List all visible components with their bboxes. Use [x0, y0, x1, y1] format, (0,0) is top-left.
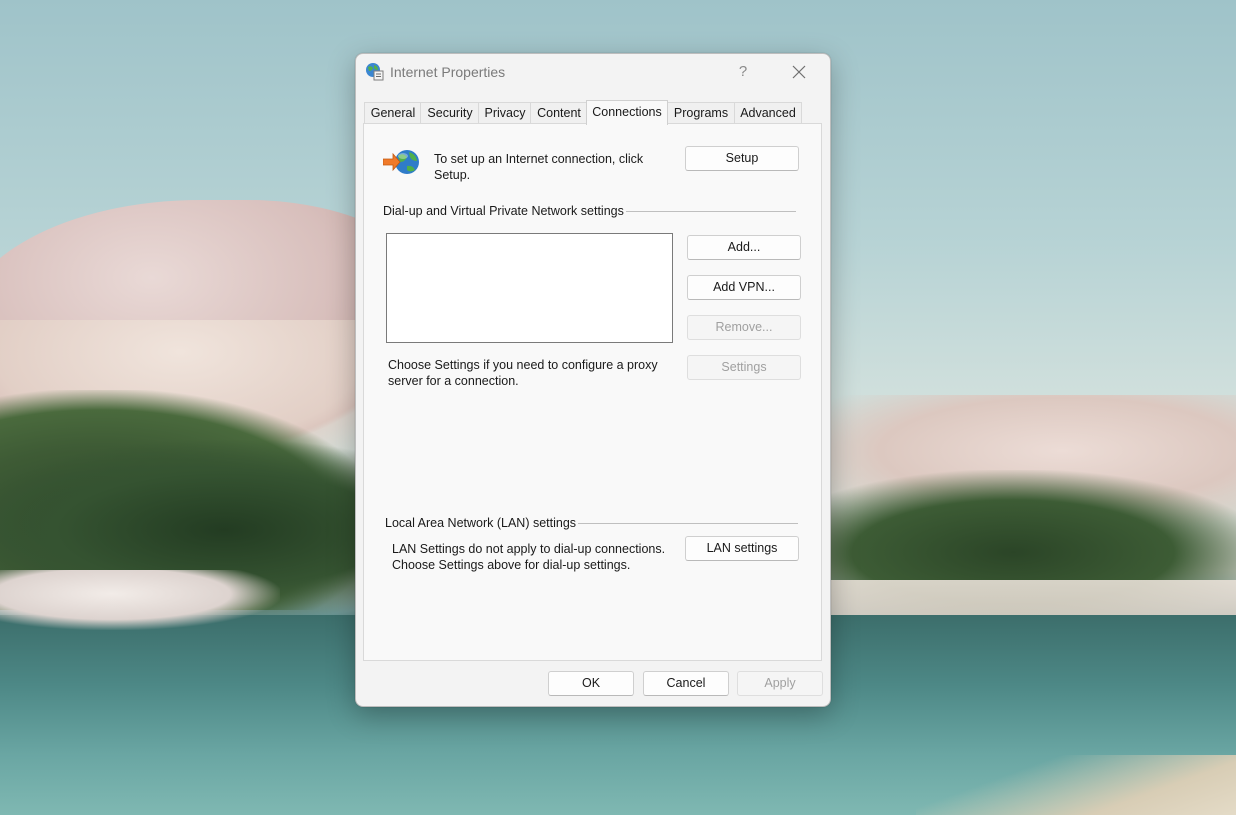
settings-button[interactable]: Settings	[687, 355, 801, 380]
setup-button[interactable]: Setup	[685, 146, 799, 171]
dialup-group-label: Dial-up and Virtual Private Network sett…	[383, 204, 626, 218]
title-bar[interactable]: Internet Properties ?	[356, 54, 830, 90]
cancel-button[interactable]: Cancel	[643, 671, 729, 696]
lan-group-label: Local Area Network (LAN) settings	[385, 516, 579, 530]
internet-properties-icon	[365, 62, 384, 81]
internet-properties-dialog: Internet Properties ? General Security P…	[355, 53, 831, 707]
tab-advanced[interactable]: Advanced	[734, 102, 802, 124]
remove-button[interactable]: Remove...	[687, 315, 801, 340]
connections-panel: To set up an Internet connection, click …	[363, 123, 822, 661]
add-button[interactable]: Add...	[687, 235, 801, 260]
wallpaper-rock	[0, 570, 280, 630]
help-button[interactable]: ?	[726, 54, 760, 90]
apply-button[interactable]: Apply	[737, 671, 823, 696]
proxy-settings-description: Choose Settings if you need to configure…	[388, 358, 658, 388]
tab-security[interactable]: Security	[420, 102, 480, 124]
lan-settings-button[interactable]: LAN settings	[685, 536, 799, 561]
tab-privacy[interactable]: Privacy	[478, 102, 532, 124]
add-vpn-button[interactable]: Add VPN...	[687, 275, 801, 300]
dialog-title: Internet Properties	[390, 64, 506, 80]
wallpaper-sand	[916, 755, 1236, 815]
connections-list[interactable]	[386, 233, 673, 343]
lan-description: LAN Settings do not apply to dial-up con…	[392, 542, 666, 572]
tab-content[interactable]: Content	[530, 102, 588, 124]
internet-connection-wizard-icon	[382, 148, 423, 181]
close-button[interactable]	[782, 54, 816, 90]
setup-description: To set up an Internet connection, click …	[434, 152, 644, 182]
wallpaper-shore	[816, 580, 1236, 620]
tab-general[interactable]: General	[364, 102, 422, 124]
close-icon	[792, 65, 806, 79]
tab-connections[interactable]: Connections	[586, 100, 668, 125]
ok-button[interactable]: OK	[548, 671, 634, 696]
tab-programs[interactable]: Programs	[666, 102, 736, 124]
